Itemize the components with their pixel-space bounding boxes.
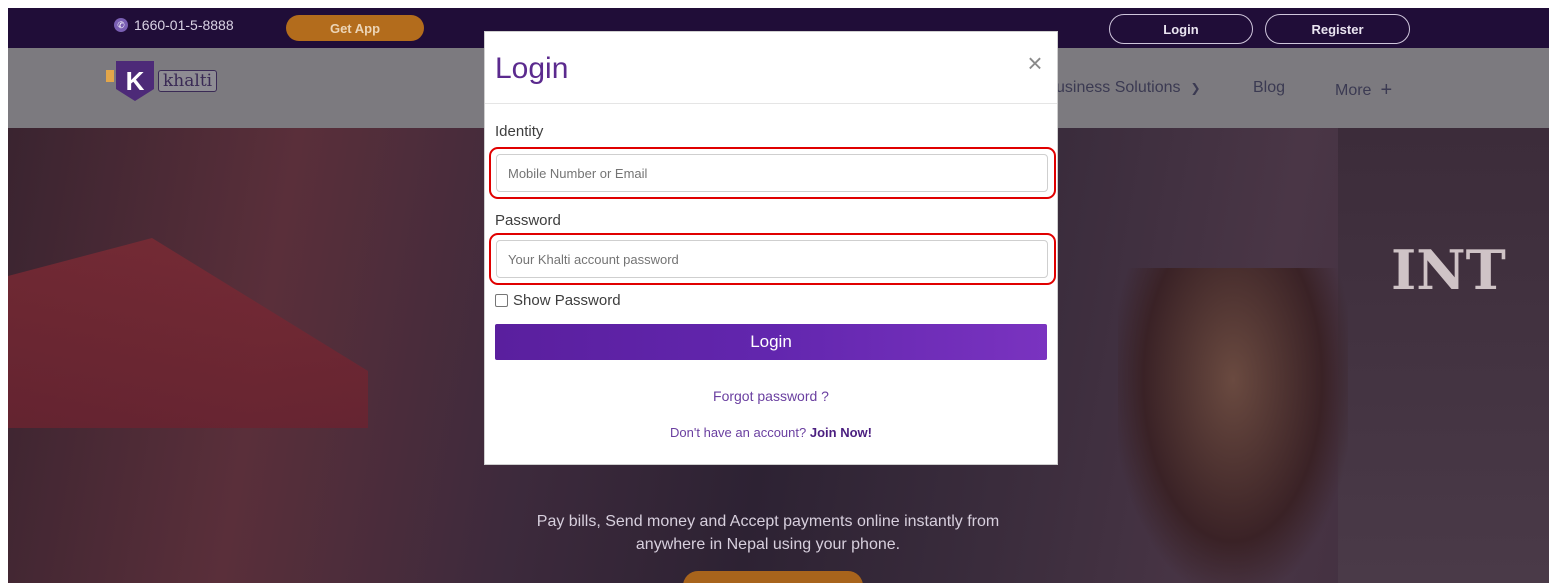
nav-blog-label: Blog (1253, 79, 1286, 96)
khalti-logo[interactable]: K khalti (106, 61, 218, 101)
join-now-link[interactable]: Join Now! (810, 425, 872, 440)
hero-sign: INT (1391, 238, 1506, 302)
get-app-button[interactable]: Get App (286, 15, 424, 41)
phone-contact[interactable]: ✆ 1660-01-5-8888 (114, 17, 234, 33)
hero-subtitle: Pay bills, Send money and Accept payment… (448, 510, 1088, 556)
nav-blog[interactable]: Blog (1253, 79, 1285, 97)
plus-icon: + (1380, 79, 1393, 101)
logo-wordmark: khalti (158, 70, 218, 92)
show-password-row[interactable]: Show Password (495, 292, 621, 309)
signup-prompt: Don't have an account? Join Now! (485, 425, 1057, 440)
header-register-button[interactable]: Register (1265, 14, 1410, 44)
nav-more-label: More (1335, 81, 1372, 99)
identity-placeholder: Mobile Number or Email (508, 165, 648, 181)
nav-more[interactable]: More + (1335, 79, 1392, 102)
nav-business-label: usiness Solutions (1056, 79, 1181, 96)
logo-shield: K (116, 61, 154, 101)
modal-header: Login × (485, 32, 1057, 104)
password-input[interactable]: Your Khalti account password (496, 240, 1048, 278)
show-password-label: Show Password (513, 292, 621, 309)
password-placeholder: Your Khalti account password (508, 251, 679, 267)
chevron-down-icon: ❯ (1190, 81, 1201, 95)
logo-accent (106, 70, 114, 82)
forgot-password-label: Forgot password ? (713, 388, 829, 404)
nav-business-solutions[interactable]: usiness Solutions ❯ (1056, 79, 1201, 97)
forgot-password-link[interactable]: Forgot password ? (485, 388, 1057, 404)
close-icon[interactable]: × (1024, 50, 1046, 76)
no-account-text: Don't have an account? (670, 425, 807, 440)
modal-title: Login (495, 52, 569, 85)
login-submit-button[interactable]: Login (495, 324, 1047, 360)
hero-subtitle-line2: anywhere in Nepal using your phone. (635, 536, 901, 553)
identity-highlight: Mobile Number or Email (489, 147, 1056, 199)
hero-cta-button[interactable] (683, 571, 863, 583)
password-highlight: Your Khalti account password (489, 233, 1056, 285)
hero-umbrella-decor (8, 238, 368, 428)
hero-subtitle-line1: Pay bills, Send money and Accept payment… (536, 513, 1000, 530)
identity-label: Identity (495, 123, 544, 140)
hero-building-decor (1338, 128, 1549, 583)
hero-person-image (1118, 268, 1348, 583)
show-password-checkbox[interactable] (495, 294, 508, 307)
phone-icon: ✆ (114, 18, 128, 32)
header-login-button[interactable]: Login (1109, 14, 1253, 44)
identity-input[interactable]: Mobile Number or Email (496, 154, 1048, 192)
login-modal: Login × Identity Mobile Number or Email … (484, 31, 1058, 465)
phone-number: 1660-01-5-8888 (134, 17, 234, 33)
password-label: Password (495, 212, 561, 229)
